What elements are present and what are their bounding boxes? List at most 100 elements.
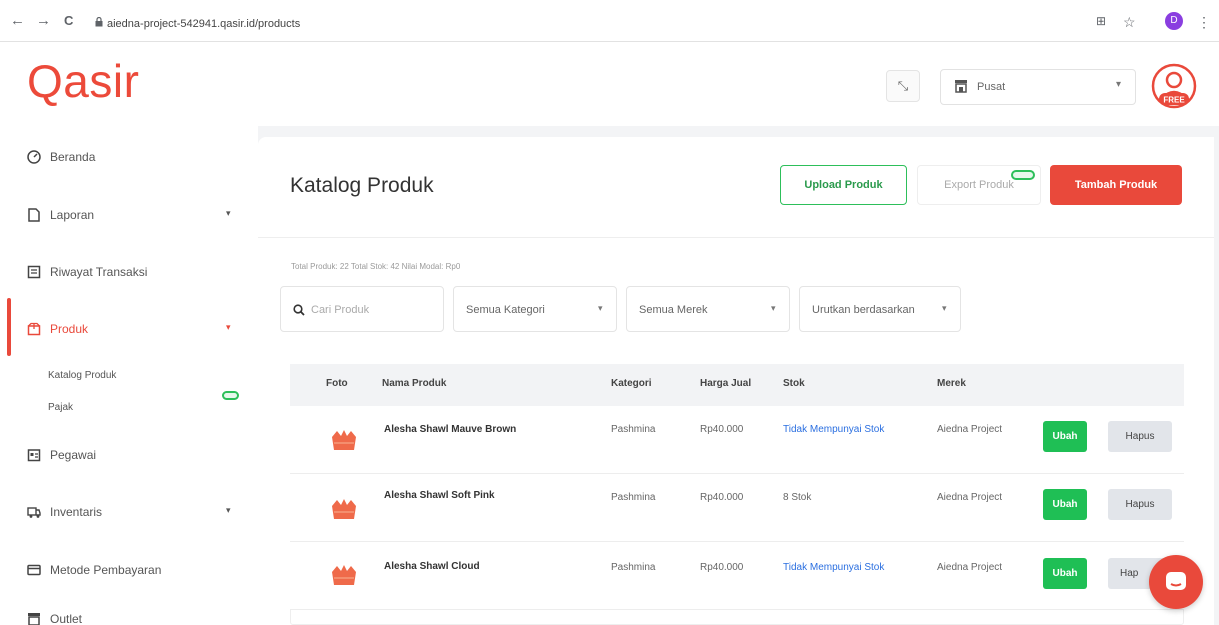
sort-value: Urutkan berdasarkan: [812, 304, 915, 316]
back-icon[interactable]: ←: [10, 12, 25, 29]
user-avatar[interactable]: FREE: [1151, 63, 1197, 109]
sidebar-item-label: Inventaris: [50, 505, 103, 519]
chat-icon: [1166, 572, 1186, 590]
product-price: Rp40.000: [700, 492, 744, 503]
sidebar-item-laporan[interactable]: Laporan ▾: [0, 196, 258, 236]
browser-profile-avatar[interactable]: D: [1165, 12, 1183, 30]
sidebar-item-label: Metode Pembayaran: [50, 563, 162, 577]
edit-button[interactable]: Ubah: [1043, 489, 1087, 520]
qasir-logo[interactable]: Qasir: [27, 54, 139, 108]
column-header-nama-produk: Nama Produk: [382, 378, 447, 389]
store-icon: [28, 613, 40, 625]
column-header-stok: Stok: [783, 378, 805, 389]
product-name: Alesha Shawl Soft Pink: [384, 490, 495, 501]
edit-button[interactable]: Ubah: [1043, 558, 1087, 589]
browser-menu-icon[interactable]: ⋮: [1197, 14, 1211, 31]
chevron-down-icon: ▾: [942, 303, 947, 313]
page-title: Katalog Produk: [290, 174, 434, 197]
outlet-value: Pusat: [977, 81, 1006, 93]
sidebar-item-metode-pembayaran[interactable]: Metode Pembayaran: [0, 551, 258, 591]
card-icon: [27, 564, 41, 576]
product-brand: Aiedna Project: [937, 424, 1003, 435]
chevron-down-icon: ▾: [771, 303, 776, 313]
search-icon: [293, 304, 305, 316]
document-icon: [28, 208, 40, 222]
product-image: [332, 430, 356, 450]
column-header-kategori: Kategori: [611, 378, 652, 389]
edit-button[interactable]: Ubah: [1043, 421, 1087, 452]
address-bar[interactable]: aiedna-project-542941.qasir.id/products: [107, 18, 300, 30]
sidebar-item-label: Outlet: [50, 612, 83, 625]
translate-icon[interactable]: ⊞: [1096, 14, 1106, 28]
sidebar-item-label: Pegawai: [50, 448, 97, 462]
outlet-select[interactable]: Pusat ▾: [940, 69, 1136, 105]
product-stock: 8 Stok: [783, 492, 812, 503]
chevron-down-icon: ▾: [226, 505, 231, 515]
search-field[interactable]: Cari Produk: [280, 286, 444, 332]
search-input[interactable]: Cari Produk: [311, 304, 369, 316]
chevron-down-icon: ▾: [226, 208, 231, 218]
browser-toolbar: ← → C aiedna-project-542941.qasir.id/pro…: [0, 0, 1219, 42]
sidebar-item-label: Produk: [50, 322, 89, 336]
truck-icon: [27, 507, 41, 518]
chat-launcher-button[interactable]: [1149, 555, 1203, 609]
delete-button[interactable]: Hapus: [1108, 489, 1172, 520]
sidebar-item-produk[interactable]: Produk ▾: [0, 310, 258, 350]
sidebar-item-label: Beranda: [50, 150, 96, 164]
toggle-pill-icon: [222, 391, 239, 400]
category-select[interactable]: Semua Kategori ▾: [453, 286, 617, 332]
app-header: Qasir ⤡ Pusat ▾ FREE: [0, 42, 1219, 126]
column-header-merek: Merek: [937, 378, 966, 389]
expand-icon: ⤡: [897, 78, 909, 93]
store-icon: [955, 80, 967, 93]
product-summary: Total Produk: 22 Total Stok: 42 Nilai Mo…: [291, 262, 461, 271]
sort-select[interactable]: Urutkan berdasarkan ▾: [799, 286, 961, 332]
product-brand: Aiedna Project: [937, 562, 1003, 573]
chevron-down-icon: ▾: [226, 322, 231, 332]
sidebar-item-outlet[interactable]: Outlet: [0, 604, 258, 625]
sidebar-item-beranda[interactable]: Beranda: [0, 138, 258, 178]
product-image: [332, 499, 356, 519]
reload-icon[interactable]: C: [64, 13, 73, 28]
sidebar-subitem-katalog-produk[interactable]: Katalog Produk: [48, 370, 116, 381]
toggle-pill-icon: [1011, 170, 1035, 180]
sidebar-item-label: Riwayat Transaksi: [50, 265, 148, 279]
sidebar-item-label: Laporan: [50, 208, 95, 222]
lock-icon: [95, 17, 103, 27]
bookmark-star-icon[interactable]: ☆: [1123, 14, 1136, 31]
sidebar-item-pegawai[interactable]: Pegawai: [0, 436, 258, 476]
box-icon: [27, 322, 41, 336]
delete-button[interactable]: Hapus: [1108, 421, 1172, 452]
sidebar-subitem-pajak[interactable]: Pajak: [48, 402, 73, 413]
product-image: [332, 565, 356, 585]
brand-value: Semua Merek: [639, 304, 708, 316]
chevron-down-icon: ▾: [598, 303, 603, 313]
sidebar-item-inventaris[interactable]: Inventaris ▾: [0, 493, 258, 533]
product-stock[interactable]: Tidak Mempunyai Stok: [783, 424, 884, 435]
product-name: Alesha Shawl Mauve Brown: [384, 424, 517, 435]
id-card-icon: [27, 449, 41, 462]
divider: [258, 237, 1214, 238]
chevron-down-icon: ▾: [1115, 79, 1121, 90]
dashboard-icon: [27, 150, 41, 164]
upload-product-button[interactable]: Upload Produk: [780, 165, 907, 205]
product-name: Alesha Shawl Cloud: [384, 561, 480, 572]
brand-select[interactable]: Semua Merek ▾: [626, 286, 790, 332]
product-category: Pashmina: [611, 562, 656, 573]
column-header-foto: Foto: [326, 378, 348, 389]
receipt-icon: [27, 265, 41, 279]
product-category: Pashmina: [611, 492, 656, 503]
product-brand: Aiedna Project: [937, 492, 1003, 503]
product-price: Rp40.000: [700, 562, 744, 573]
delete-button-label: Hap: [1120, 568, 1139, 579]
category-value: Semua Kategori: [466, 304, 545, 316]
fullscreen-button[interactable]: ⤡: [886, 70, 920, 102]
product-price: Rp40.000: [700, 424, 744, 435]
sidebar-item-riwayat-transaksi[interactable]: Riwayat Transaksi: [0, 253, 258, 293]
product-category: Pashmina: [611, 424, 656, 435]
add-product-button[interactable]: Tambah Produk: [1050, 165, 1182, 205]
free-badge: FREE: [1163, 96, 1185, 105]
product-stock[interactable]: Tidak Mempunyai Stok: [783, 562, 884, 573]
forward-icon[interactable]: →: [36, 12, 51, 29]
column-header-harga-jual: Harga Jual: [700, 378, 752, 389]
